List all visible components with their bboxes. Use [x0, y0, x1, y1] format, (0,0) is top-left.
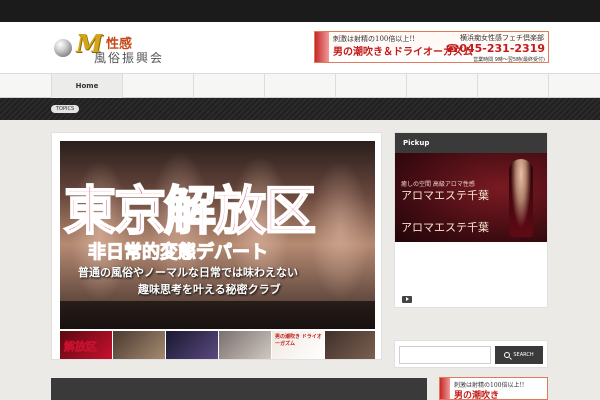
main-nav: Home: [0, 74, 600, 98]
play-arrow-icon: [402, 295, 412, 303]
banner-decoration: [315, 32, 329, 62]
site-logo[interactable]: M 性感 風俗振興会: [54, 29, 174, 65]
search-icon: [504, 352, 511, 358]
hero-caption-bar: [60, 301, 375, 329]
logo-sphere-icon: [54, 39, 72, 57]
pickup-image[interactable]: 癒しの空間 高級アロマ性感 アロマエステ千葉 アロマエステ千葉: [395, 153, 547, 242]
thumbnail[interactable]: [166, 331, 218, 359]
hero-slide[interactable]: 東京解放区 非日常的変態デパート 普通の風俗やノーマルな日常では味わえない 趣味…: [60, 141, 375, 329]
top-info-bar: [0, 0, 600, 22]
pickup-image-title: アロマエステ千葉: [401, 189, 489, 202]
nav-item-8[interactable]: [548, 74, 600, 98]
hero-tagline-1: 普通の風俗やノーマルな日常では味わえない: [78, 266, 298, 279]
search-button[interactable]: SEARCH: [495, 346, 543, 364]
featured-slider: 東京解放区 非日常的変態デパート 普通の風俗やノーマルな日常では味わえない 趣味…: [51, 132, 382, 360]
nav-item-6[interactable]: [406, 74, 477, 98]
topics-badge: TOPICS: [51, 105, 80, 113]
hero-subtitle: 非日常的変態デパート: [88, 242, 269, 264]
section-heading: [51, 378, 427, 400]
pickup-image-title-2: アロマエステ千葉: [401, 221, 489, 234]
pickup-more-link[interactable]: [402, 295, 416, 303]
nav-item-3[interactable]: [193, 74, 264, 98]
search-input[interactable]: [399, 346, 491, 364]
site-header: M 性感 風俗振興会 刺激は射精の100倍以上!! 男の潮吹き＆ドライオーガズム…: [0, 22, 600, 74]
thumbnail[interactable]: [219, 331, 271, 359]
thumbnail[interactable]: 解放区: [60, 331, 112, 359]
banner-hours: 営業時間 9時〜翌5時(最終受付): [473, 57, 545, 63]
banner-decoration: [440, 378, 450, 399]
pickup-model-figure: [509, 159, 533, 237]
thumbnail[interactable]: [325, 331, 375, 359]
hero-tagline-2: 趣味思考を叶える秘密クラブ: [138, 283, 281, 296]
sidebar-banner-line-2: 男の潮吹き: [454, 391, 500, 400]
sidebar-ad-banner[interactable]: 刺激は射精の100倍以上!! 男の潮吹き: [439, 377, 548, 400]
thumbnail[interactable]: [113, 331, 165, 359]
nav-item-home[interactable]: Home: [51, 74, 122, 98]
header-ad-banner[interactable]: 刺激は射精の100倍以上!! 男の潮吹き＆ドライオーガズム 横浜痴女性感フェチ倶…: [314, 31, 549, 63]
topics-ticker: TOPICS: [0, 98, 600, 120]
nav-item-5[interactable]: [335, 74, 406, 98]
nav-item-7[interactable]: [477, 74, 548, 98]
pickup-widget: Pickup 癒しの空間 高級アロマ性感 アロマエステ千葉 アロマエステ千葉: [394, 132, 548, 308]
slider-thumbnails: 解放区 男の潮吹き ドライオーガズム: [60, 331, 375, 359]
thumbnail[interactable]: 男の潮吹き ドライオーガズム: [272, 331, 324, 359]
hero-title: 東京解放区: [63, 180, 317, 243]
pickup-heading: Pickup: [395, 133, 547, 153]
banner-phone: ☎045-231-2319: [445, 42, 545, 55]
logo-bottom-text: 風俗振興会: [94, 51, 165, 65]
search-widget: SEARCH: [394, 340, 548, 368]
search-button-label: SEARCH: [513, 352, 534, 358]
thumbnail-label: 解放区: [64, 340, 98, 354]
thumbnail-label: 男の潮吹き ドライオーガズム: [275, 334, 322, 347]
nav-item-2[interactable]: [122, 74, 193, 98]
nav-item-4[interactable]: [264, 74, 335, 98]
